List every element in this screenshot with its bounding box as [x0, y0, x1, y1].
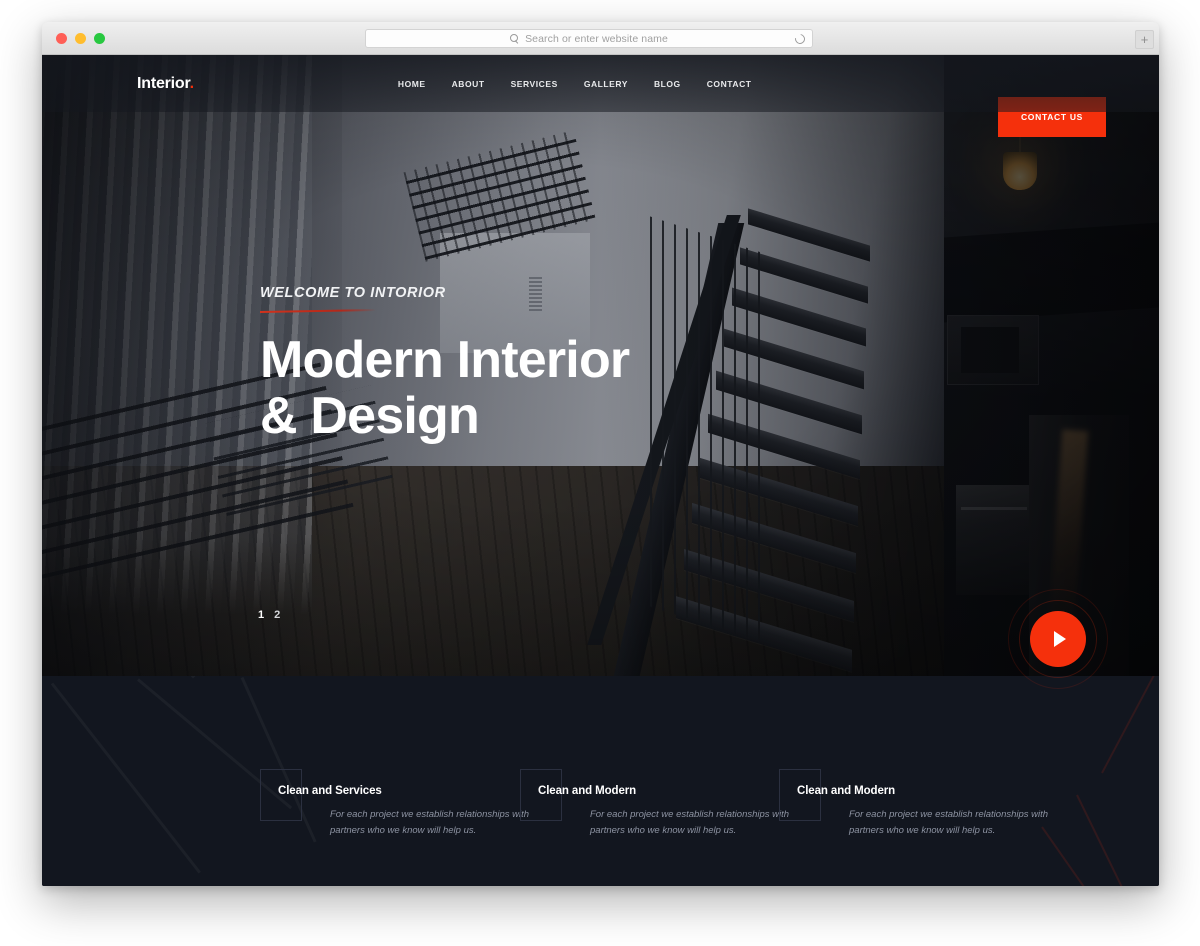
logo-dot: . — [189, 74, 194, 92]
feature-card-description: For each project we establish relationsh… — [849, 809, 1049, 836]
feature-card-title: Clean and Services — [278, 785, 382, 797]
feature-card[interactable]: Clean and Services For each project we e… — [260, 769, 560, 838]
play-video-button[interactable] — [1008, 589, 1108, 689]
minimize-window-button[interactable] — [75, 33, 86, 44]
address-input[interactable]: Search or enter website name — [525, 33, 668, 45]
site-logo[interactable]: Interior. — [137, 75, 194, 93]
address-bar-inner: Search or enter website name — [510, 33, 668, 45]
hero-eyebrow: WELCOME TO INTORIOR — [260, 285, 446, 301]
hero-content: WELCOME TO INTORIOR Modern Interior & De… — [260, 285, 780, 444]
play-button-circle[interactable] — [1030, 611, 1086, 667]
feature-card-title: Clean and Modern — [797, 785, 896, 797]
browser-titlebar: Search or enter website name + — [42, 22, 1159, 55]
feature-card-title: Clean and Modern — [538, 785, 637, 797]
hero-slider-pagination: 1 2 — [258, 609, 280, 621]
slider-dot-2[interactable]: 2 — [274, 609, 280, 621]
nav-item-about[interactable]: ABOUT — [452, 79, 485, 89]
feature-card[interactable]: Clean and Modern For each project we est… — [520, 769, 820, 838]
maximize-window-button[interactable] — [94, 33, 105, 44]
nav-item-home[interactable]: HOME — [398, 79, 426, 89]
address-bar[interactable]: Search or enter website name — [365, 29, 813, 48]
close-window-button[interactable] — [56, 33, 67, 44]
nav-item-services[interactable]: SERVICES — [511, 79, 558, 89]
hero-title-line-2: & Design — [260, 387, 480, 446]
play-icon — [1054, 631, 1066, 647]
nav-item-contact[interactable]: CONTACT — [707, 79, 752, 89]
feature-card[interactable]: Clean and Modern For each project we est… — [779, 769, 1079, 838]
main-navigation: HOME ABOUT SERVICES GALLERY BLOG CONTACT — [398, 79, 752, 89]
page-viewport: Interior. HOME ABOUT SERVICES GALLERY BL… — [42, 55, 1159, 886]
slider-dot-1[interactable]: 1 — [258, 609, 264, 621]
hero-title: Modern Interior & Design — [260, 332, 780, 444]
browser-window: Search or enter website name + Interior.… — [42, 22, 1159, 886]
window-controls — [56, 33, 105, 44]
feature-cards: Clean and Services For each project we e… — [42, 676, 1159, 886]
logo-text: Interior — [137, 74, 190, 92]
hero-eyebrow-rule — [260, 308, 376, 314]
features-section: Clean and Services For each project we e… — [42, 676, 1159, 886]
reload-icon[interactable] — [793, 32, 807, 46]
nav-item-blog[interactable]: BLOG — [654, 79, 681, 89]
new-tab-button[interactable]: + — [1135, 30, 1154, 49]
nav-item-gallery[interactable]: GALLERY — [584, 79, 628, 89]
hero-title-line-1: Modern Interior — [260, 331, 630, 389]
search-icon — [510, 34, 519, 43]
site-header: Interior. HOME ABOUT SERVICES GALLERY BL… — [42, 55, 1159, 112]
